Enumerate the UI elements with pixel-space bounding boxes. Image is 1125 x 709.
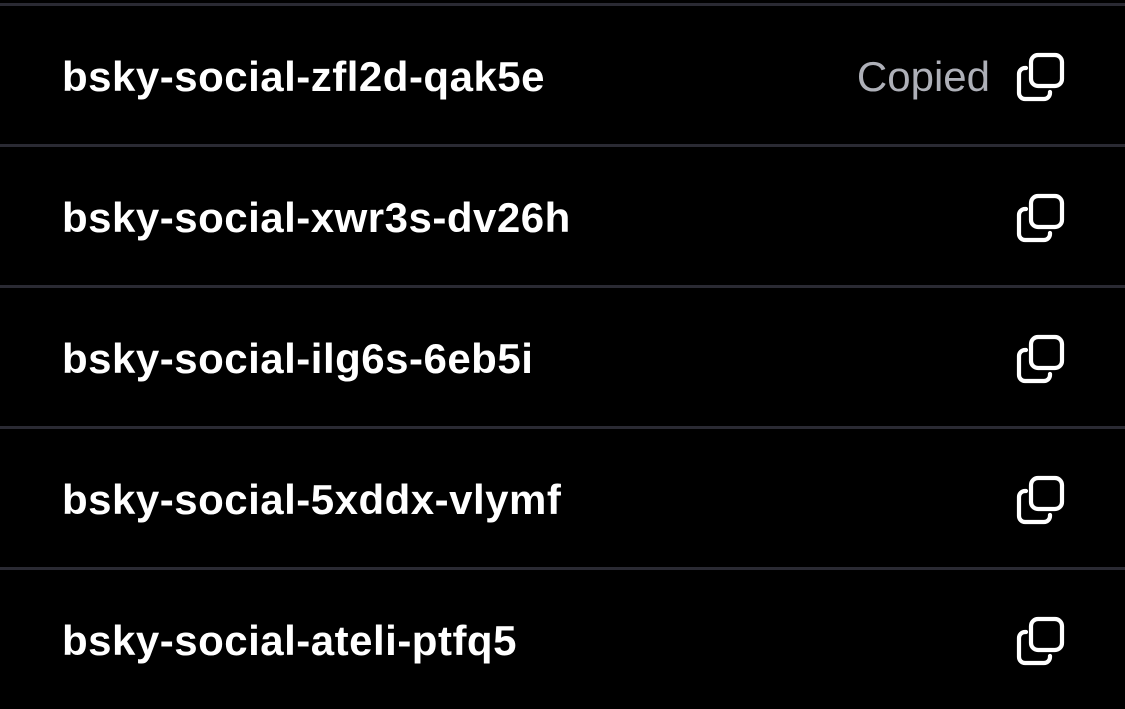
invite-code-list: bsky-social-zfl2d-qak5e Copied bsky-soci… [0,0,1125,709]
copied-status-label: Copied [856,53,990,100]
invite-code-row[interactable]: bsky-social-ateli-ptfq5 [0,570,1125,708]
invite-code-text: bsky-social-ilg6s-6eb5i [62,335,534,382]
invite-code-row[interactable]: bsky-social-zfl2d-qak5e Copied [0,6,1125,147]
invite-code-row[interactable]: bsky-social-xwr3s-dv26h [0,147,1125,288]
invite-code-text: bsky-social-zfl2d-qak5e [62,53,546,100]
copy-icon[interactable] [1014,614,1068,668]
copy-icon[interactable] [1014,473,1068,527]
invite-code-text: bsky-social-xwr3s-dv26h [62,194,571,241]
copy-icon[interactable] [1014,332,1068,386]
invite-code-text: bsky-social-5xddx-vlymf [62,476,562,523]
invite-code-row[interactable]: bsky-social-5xddx-vlymf [0,429,1125,570]
copy-icon[interactable] [1014,50,1068,104]
invite-code-row[interactable]: bsky-social-ilg6s-6eb5i [0,288,1125,429]
invite-code-text: bsky-social-ateli-ptfq5 [62,617,517,664]
copy-icon[interactable] [1014,191,1068,245]
